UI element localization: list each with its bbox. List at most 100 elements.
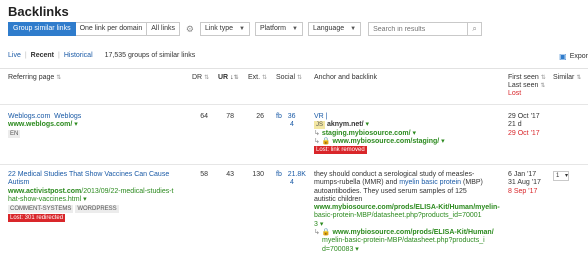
group-similar-button[interactable]: Group similar links [8,22,76,36]
anchor-text: autoantibodies. They used serum samples … [314,187,467,195]
anchor-link[interactable]: myelin basic protein [399,179,461,186]
anchor-domain: aknym.net/ [326,121,364,129]
export-icon: ▣ [559,52,567,61]
platform-label: Platform [259,25,287,32]
referring-page-title[interactable]: Weblogs.com [8,113,50,120]
link-type-dropdown[interactable]: Link type ▼ [199,22,250,36]
chevron-down-icon[interactable]: ▾ [412,130,416,137]
grouping-toggle: Group similar links One link per domain … [8,22,180,36]
first-seen-label: First seen [508,74,539,81]
search-input[interactable] [368,22,469,36]
referring-page-path-cont[interactable]: hat-show-vaccines.html [8,196,81,203]
page-title: Backlinks [8,4,69,19]
sort-icon: ⇅ [540,83,546,89]
table-row: Weblogs.com Weblogs www.weblogs.com/ ▾ E… [8,113,81,138]
tab-live[interactable]: Live [8,52,21,59]
tab-recent[interactable]: Recent [31,52,54,59]
sort-icon: ⇅ [56,75,62,81]
col-anchor: Anchor and backlink [314,74,378,81]
backlink-url-cont[interactable]: myelin-basic-protein-MBP/datasheet.php?p… [314,237,500,245]
platform-dropdown[interactable]: Platform ▼ [254,22,303,36]
social-cell: fb 36 4 [276,113,295,130]
header-divider [0,68,588,69]
col-social[interactable]: Social ⇅ [276,74,302,81]
ur-value: 78 [226,113,234,120]
referring-page-path[interactable]: /2013/09/22-medical-studies-t [81,188,173,195]
time-tabs: Live | Recent | Historical 17,535 groups… [8,52,199,59]
sort-icon: ⇅ [576,75,582,81]
col-referring-page[interactable]: Referring page ⇅ [8,74,61,81]
last-seen-value: 31 Aug '17 [508,179,541,187]
referring-page-title-cont[interactable]: Autism [8,179,173,187]
row-divider [0,164,588,165]
col-seen[interactable]: First seen ⇅ Last seen ⇅ Lost [508,74,546,98]
backlink-url-cont[interactable]: d=700083 [322,246,353,253]
facebook-count[interactable]: 36 [288,113,296,120]
chevron-down-icon[interactable]: ▾ [355,246,359,253]
sort-icon: ⇅ [233,75,239,81]
toolbar: Group similar links One link per domain … [8,22,483,36]
col-similar-label: Similar [553,74,575,81]
anchor-text: autistic children [314,195,363,203]
chevron-down-icon[interactable]: ▾ [366,121,370,128]
similar-value: 1 [556,173,560,179]
language-tag: EN [8,129,21,138]
duration-value: 21 d [508,121,522,129]
anchor-text: (MBP) [463,179,483,187]
col-last-seen: Last seen ⇅ [508,82,546,90]
facebook-count[interactable]: 21.8K [288,171,306,178]
chevron-down-icon[interactable]: ▾ [83,196,87,203]
chevron-down-icon: ▼ [292,26,298,32]
search-icon[interactable]: ⌕ [468,22,483,36]
backlink-url[interactable]: www.mybiosource.com/prods/ELISA-Kit/Huma… [314,204,500,212]
chevron-down-icon[interactable]: ▾ [441,138,445,145]
gear-icon[interactable]: ⚙ [183,22,197,36]
last-seen-label: Last seen [508,82,539,89]
anchor-cell: they should conduct a serological study … [314,171,500,254]
groups-count: 17,535 groups of similar links [104,52,196,59]
anchor-text: mumps-rubella (MMR) and [314,179,398,187]
one-per-domain-button[interactable]: One link per domain [75,22,148,36]
language-label: Language [312,25,345,32]
lost-date: 29 Oct '17 [508,129,540,137]
sort-icon: ⇅ [540,75,546,81]
referring-page-url[interactable]: www.weblogs.com/ [8,121,72,128]
all-links-button[interactable]: All links [147,22,180,36]
col-ext[interactable]: Ext. ⇅ [248,74,267,81]
backlink-url[interactable]: www.mybiosource.com/prods/ELISA-Kit/Huma… [333,229,494,236]
col-dr-label: DR [192,74,203,81]
col-dr[interactable]: DR ⇅ [192,74,209,81]
backlink-url-cont[interactable]: basic-protein-MBP/datasheet.php?products… [314,212,500,220]
ext-value: 26 [256,113,264,120]
referring-page-title[interactable]: 22 Medical Studies That Show Vaccines Ca… [8,171,173,179]
lost-date: 8 Sep '17 [508,187,538,195]
sort-icon: ⇅ [297,75,303,81]
lost-badge: Lost: 301 redirected [8,214,66,223]
social-cell: fb 21.8K 4 [276,171,306,188]
referring-page-domain[interactable]: www.activistpost.com [8,188,81,195]
redirect-icon: ↳ [314,137,320,145]
platform-tag: WORDPRESS [75,205,119,214]
chevron-down-icon: ▼ [239,26,245,32]
first-seen-value: 29 Oct '17 [508,113,540,120]
backlink-url[interactable]: staging.mybiosource.com/ [322,130,411,137]
tab-separator: | [24,52,27,59]
export-button[interactable]: ▣ Expor [559,52,588,61]
col-social-label: Social [276,74,296,81]
col-ext-label: Ext. [248,74,261,81]
similar-select[interactable]: 1 ▾ [553,171,569,181]
language-dropdown[interactable]: Language ▼ [307,22,362,36]
tab-separator: | [58,52,60,59]
chevron-down-icon[interactable]: ▾ [320,221,324,228]
social-sub-count: 4 [290,121,294,129]
chevron-down-icon[interactable]: ▾ [74,121,78,128]
facebook-icon: fb [276,171,282,178]
col-similar[interactable]: Similar ⇅ [553,74,581,81]
col-lost: Lost [508,90,522,97]
backlink-url-cont[interactable]: 3 [314,221,318,228]
backlink-url[interactable]: www.mybiosource.com/staging/ [333,138,440,145]
col-ur[interactable]: UR ↓⇅ [218,74,239,81]
seen-cell: 6 Jan '17 31 Aug '17 8 Sep '17 [508,171,541,196]
tab-historical[interactable]: Historical [64,52,93,59]
platform-tag: COMMENT-SYSTEMS [8,205,74,214]
